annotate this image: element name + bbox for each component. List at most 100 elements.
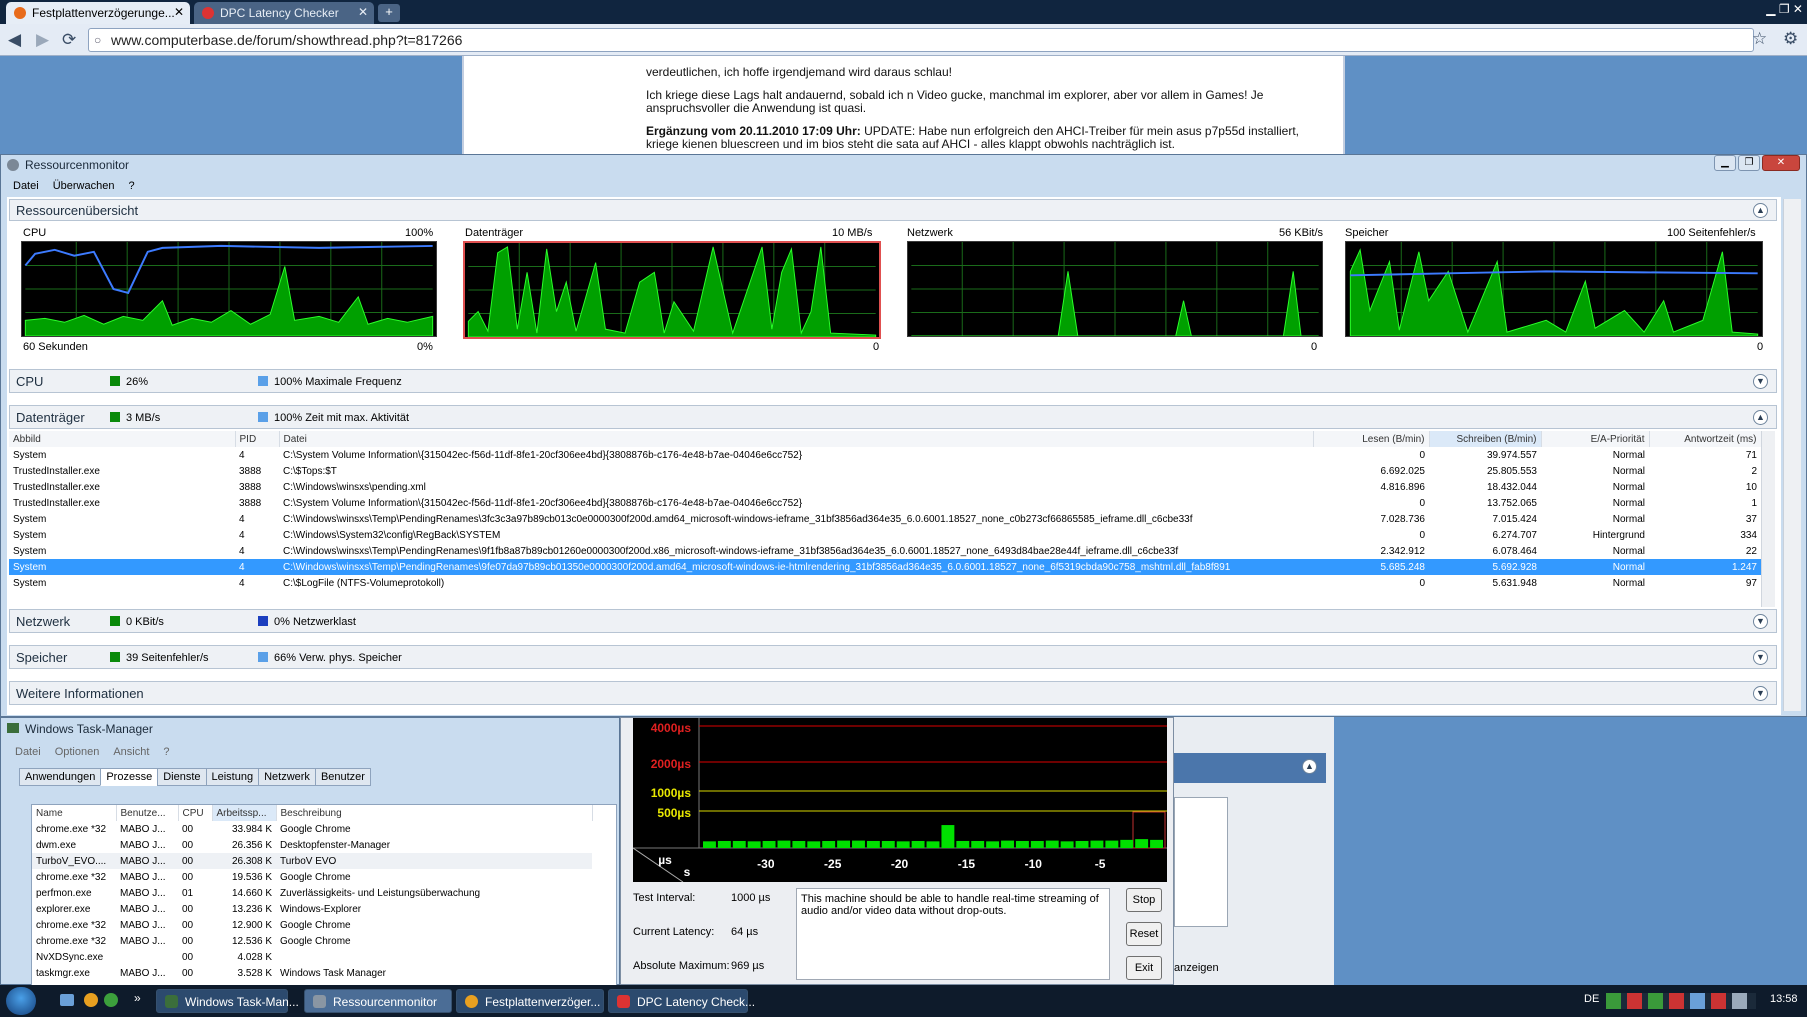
expand-icon[interactable]: ▼ xyxy=(1753,686,1768,701)
table-row[interactable]: chrome.exe *32 MABO J... 00 33.984 K Google … xyxy=(32,821,592,837)
table-row[interactable]: chrome.exe *32 MABO J... 00 12.536 K Google … xyxy=(32,933,592,949)
disk-table-scrollbar[interactable] xyxy=(1761,431,1775,607)
reset-button[interactable]: Reset xyxy=(1126,922,1162,946)
table-row[interactable]: System 4 C:\$LogFile (NTFS-Volumeprotokoll… xyxy=(9,575,1761,591)
menu-datei[interactable]: Datei xyxy=(13,180,39,192)
network-section-header[interactable]: Netzwerk 0 KBit/s 0% Netzwerklast ▼ xyxy=(9,609,1777,633)
column-header-priority[interactable]: E/A-Priorität xyxy=(1541,431,1650,447)
table-row[interactable]: System 4 C:\Windows\winsxs\Temp\PendingRen… xyxy=(9,511,1761,527)
taskbar-button-resmon[interactable]: Ressourcenmonitor xyxy=(304,989,452,1013)
start-button[interactable] xyxy=(6,987,36,1015)
column-header-description[interactable]: Beschreibung xyxy=(276,805,593,821)
column-header-response[interactable]: Antwortzeit (ms) xyxy=(1649,431,1762,447)
overview-header[interactable]: Ressourcenübersicht ▲ xyxy=(9,199,1777,221)
expand-icon[interactable]: ▼ xyxy=(1753,614,1768,629)
more-info-header[interactable]: Weitere Informationen ▼ xyxy=(9,681,1777,705)
settings-quicklaunch-icon[interactable] xyxy=(104,993,118,1007)
show-desktop-icon[interactable] xyxy=(60,994,74,1006)
tab-dienste[interactable]: Dienste xyxy=(157,768,207,786)
taskbar-button-dpc[interactable]: DPC Latency Check... xyxy=(608,989,755,1013)
table-row[interactable]: perfmon.exe MABO J... 01 14.660 K Zuverlässi… xyxy=(32,885,592,901)
table-row[interactable]: System 4 C:\System Volume Information\{315… xyxy=(9,447,1761,463)
table-row[interactable]: chrome.exe *32 MABO J... 00 12.900 K Google … xyxy=(32,917,592,933)
cpu-section-header[interactable]: CPU 26% 100% Maximale Frequenz ▼ xyxy=(9,369,1777,393)
taskbar-button-taskmgr[interactable]: Windows Task-Man... xyxy=(156,989,299,1013)
bookmark-star-icon[interactable]: ☆ xyxy=(1752,29,1767,49)
wrench-icon[interactable]: ⚙ xyxy=(1783,29,1798,49)
table-row[interactable]: System 4 C:\Windows\winsxs\Temp\PendingRen… xyxy=(9,543,1761,559)
menu-help[interactable]: ? xyxy=(128,180,134,192)
minimize-icon[interactable]: ▁ xyxy=(1714,155,1736,171)
collapse-icon[interactable]: ▲ xyxy=(1302,759,1317,774)
column-header-lesen[interactable]: Lesen (B/min) xyxy=(1313,431,1430,447)
exit-button[interactable]: Exit xyxy=(1126,956,1162,980)
taskbar-button-chrome-forum[interactable]: Festplattenverzöger... xyxy=(456,989,604,1013)
menu-ansicht[interactable]: Ansicht xyxy=(113,746,149,758)
table-row[interactable]: System 4 C:\Windows\winsxs\Temp\PendingRen… xyxy=(9,559,1761,575)
window-controls[interactable]: ▁ ❐ ✕ xyxy=(1712,155,1800,171)
column-header-memory[interactable]: Arbeitssp... xyxy=(212,805,277,821)
column-header-datei[interactable]: Datei xyxy=(279,431,1314,447)
tab-anwendungen[interactable]: Anwendungen xyxy=(19,768,102,786)
table-row[interactable]: NvXDSync.exe 00 4.028 K xyxy=(32,949,592,965)
table-row[interactable]: TrustedInstaller.exe 3888 C:\Windows\winsx… xyxy=(9,479,1761,495)
close-icon[interactable]: ✕ xyxy=(1762,155,1800,171)
collapse-icon[interactable]: ▲ xyxy=(1753,203,1768,218)
browser-tab-festplatten[interactable]: Festplattenverzögerunge... ✕ xyxy=(6,2,190,24)
clock[interactable]: 13:58 xyxy=(1770,993,1798,1005)
browser-window-controls[interactable]: ▁ ❐ ✕ xyxy=(1766,2,1803,16)
url-field[interactable]: ○ www.computerbase.de/forum/showthread.ph… xyxy=(88,28,1754,52)
resmon-scrollbar[interactable] xyxy=(1783,199,1801,711)
column-header-abbild[interactable]: Abbild xyxy=(9,431,236,447)
menu-datei[interactable]: Datei xyxy=(15,746,41,758)
close-tab-icon[interactable]: ✕ xyxy=(174,5,184,19)
blue-square-icon xyxy=(258,652,268,662)
table-row[interactable]: chrome.exe *32 MABO J... 00 19.536 K Google … xyxy=(32,869,592,885)
quicklaunch-more-icon[interactable]: » xyxy=(134,991,141,1005)
back-icon[interactable]: ◀ xyxy=(8,30,21,50)
expand-icon[interactable]: ▼ xyxy=(1753,650,1768,665)
tab-prozesse[interactable]: Prozesse xyxy=(100,768,159,786)
update-label: Ergänzung vom 20.11.2010 17:09 Uhr: xyxy=(646,124,861,138)
anzeigen-link[interactable]: anzeigen xyxy=(1174,962,1219,974)
column-header-schreiben[interactable]: Schreiben (B/min) xyxy=(1429,431,1542,447)
browser-tab-strip: Festplattenverzögerunge... ✕ DPC Latency … xyxy=(0,0,1807,24)
column-header-user[interactable]: Benutze... xyxy=(116,805,179,821)
tab-netzwerk[interactable]: Netzwerk xyxy=(258,768,316,786)
table-cell: Hintergrund xyxy=(1592,529,1645,541)
forward-icon[interactable]: ▶ xyxy=(36,30,49,50)
tab-benutzer[interactable]: Benutzer xyxy=(314,768,371,786)
table-row[interactable]: dwm.exe MABO J... 00 26.356 K Desktopfenster… xyxy=(32,837,592,853)
language-indicator[interactable]: DE xyxy=(1584,993,1599,1005)
table-cell: 4 xyxy=(239,449,245,461)
menu-ueberwachen[interactable]: Überwachen xyxy=(53,180,115,192)
table-row[interactable]: explorer.exe MABO J... 00 13.236 K Windows-E… xyxy=(32,901,592,917)
reload-icon[interactable]: ⟳ xyxy=(62,30,76,50)
table-row[interactable]: TrustedInstaller.exe 3888 C:\System Volume… xyxy=(9,495,1761,511)
system-tray-icons[interactable] xyxy=(1606,993,1756,1009)
new-tab-button[interactable]: + xyxy=(378,4,400,22)
column-header-cpu[interactable]: CPU xyxy=(178,805,213,821)
maximize-icon[interactable]: ❐ xyxy=(1738,155,1760,171)
column-header-name[interactable]: Name xyxy=(32,805,117,821)
chrome-quicklaunch-icon[interactable] xyxy=(84,993,98,1007)
expand-icon[interactable]: ▼ xyxy=(1753,374,1768,389)
menu-help[interactable]: ? xyxy=(163,746,169,758)
column-header-pid[interactable]: PID xyxy=(235,431,280,447)
menu-optionen[interactable]: Optionen xyxy=(55,746,100,758)
table-row[interactable]: TrustedInstaller.exe 3888 C:\$Tops:$T 6.692… xyxy=(9,463,1761,479)
table-cell: 00 xyxy=(182,871,194,883)
tab-leistung[interactable]: Leistung xyxy=(205,768,260,786)
table-cell: 7.015.424 xyxy=(1492,513,1538,525)
table-row[interactable]: TurboV_EVO.... MABO J... 00 26.308 K TurboV … xyxy=(32,853,592,869)
stop-button[interactable]: Stop xyxy=(1126,888,1162,912)
collapse-icon[interactable]: ▲ xyxy=(1753,410,1768,425)
table-cell: C:\System Volume Information\{315042ec-f… xyxy=(283,449,803,461)
browser-tab-dpc[interactable]: DPC Latency Checker ✕ xyxy=(194,2,374,24)
disk-section-header[interactable]: Datenträger 3 MB/s 100% Zeit mit max. Ak… xyxy=(9,405,1777,429)
dpc-x-tick: -25 xyxy=(824,857,842,871)
memory-section-header[interactable]: Speicher 39 Seitenfehler/s 66% Verw. phy… xyxy=(9,645,1777,669)
table-row[interactable]: System 4 C:\Windows\System32\config\RegBac… xyxy=(9,527,1761,543)
table-row[interactable]: taskmgr.exe MABO J... 00 3.528 K Windows Tas… xyxy=(32,965,592,981)
close-tab-icon[interactable]: ✕ xyxy=(358,5,368,19)
